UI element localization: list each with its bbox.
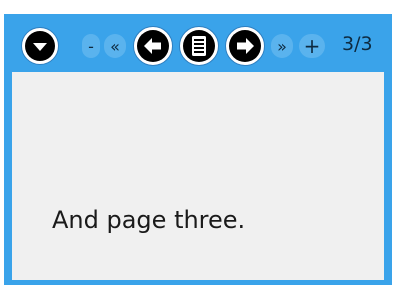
first-page-label: « (110, 36, 120, 56)
zoom-out-label: - (88, 36, 94, 56)
previous-page-button[interactable] (133, 26, 173, 66)
page-counter: 3/3 (342, 33, 373, 55)
last-page-label: » (277, 36, 287, 56)
viewer-window: - « » + 3/3 And page three. (4, 14, 392, 285)
first-page-button[interactable]: « (104, 34, 126, 58)
page-list-icon (179, 26, 219, 66)
zoom-out-button[interactable]: - (82, 34, 100, 58)
menu-button[interactable] (21, 27, 59, 65)
last-page-button[interactable]: » (271, 34, 293, 58)
next-page-button[interactable] (225, 26, 265, 66)
page-content: And page three. (12, 72, 384, 280)
zoom-in-label: + (303, 34, 321, 58)
zoom-in-button[interactable]: + (299, 34, 325, 58)
chevron-down-icon (21, 27, 59, 65)
arrow-left-icon (133, 26, 173, 66)
page-list-button[interactable] (179, 26, 219, 66)
page-text: And page three. (52, 206, 246, 234)
toolbar: - « » + 3/3 (4, 14, 392, 72)
arrow-right-icon (225, 26, 265, 66)
